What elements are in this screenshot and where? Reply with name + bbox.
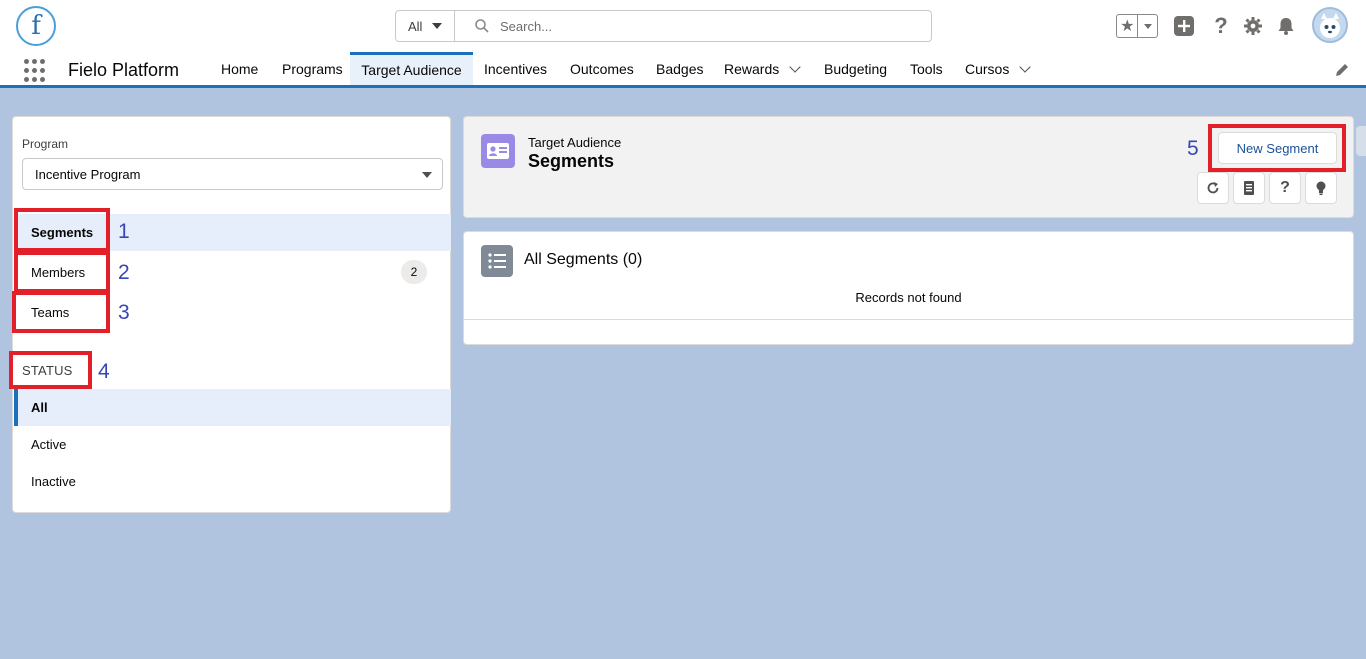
list-title: All Segments (0) [524, 251, 643, 268]
nav-tab-budgeting[interactable]: Budgeting [812, 52, 899, 85]
nav-tab-programs[interactable]: Programs [270, 52, 355, 85]
global-header: f All ★ ? [0, 0, 1366, 52]
highlight-box-members [14, 251, 110, 293]
notebook-icon[interactable] [1233, 172, 1265, 204]
page-title: Segments [528, 151, 615, 171]
annotation-number-1: 1 [118, 220, 130, 243]
empty-state-message: Records not found [855, 290, 962, 305]
object-label: Target Audience [528, 135, 622, 150]
search-input[interactable] [500, 11, 920, 41]
edit-nav-pencil-icon[interactable] [1334, 62, 1350, 78]
nav-tab-badges[interactable]: Badges [644, 52, 715, 85]
list-icon [481, 245, 513, 277]
segments-list-card: All Segments (0) Records not found [463, 231, 1354, 345]
lightbulb-icon[interactable] [1305, 172, 1337, 204]
search-icon [475, 19, 489, 33]
favorites-star-icon[interactable]: ★ [1117, 15, 1139, 37]
contact-card-icon [481, 134, 515, 168]
chevron-down-icon [432, 23, 443, 29]
annotation-number-5: 5 [1187, 137, 1199, 160]
annotation-number-4: 4 [98, 360, 110, 383]
status-filter-inactive[interactable]: Inactive [14, 463, 451, 500]
program-label: Program [22, 137, 69, 151]
divider [464, 319, 1353, 320]
refresh-icon[interactable] [1197, 172, 1229, 204]
help-icon[interactable]: ? [1269, 172, 1301, 204]
highlight-box-teams [12, 291, 110, 333]
status-filter-all[interactable]: All [14, 389, 451, 426]
favorites-menu-button[interactable] [1138, 23, 1157, 29]
highlight-box-segments [14, 208, 110, 252]
annotation-number-3: 3 [118, 301, 130, 324]
chevron-down-icon[interactable] [789, 60, 801, 73]
app-nav-bar: Fielo Platform Home Programs Target Audi… [0, 52, 1366, 88]
nav-tab-tools[interactable]: Tools [898, 52, 955, 85]
chevron-down-icon [1143, 23, 1152, 29]
add-icon[interactable] [1172, 14, 1196, 38]
utility-panel-handle[interactable] [1356, 126, 1366, 156]
favorites-group: ★ [1116, 14, 1158, 38]
global-search: All [395, 10, 932, 42]
search-scope-label: All [408, 18, 423, 34]
user-avatar[interactable] [1312, 7, 1348, 43]
fielo-logo[interactable]: f [16, 6, 56, 46]
chevron-down-icon[interactable] [1019, 60, 1032, 73]
program-select-value: Incentive Program [35, 166, 141, 182]
nav-tab-cursos[interactable]: Cursos [953, 52, 1041, 85]
highlight-box-status [9, 351, 92, 389]
notifications-bell-icon[interactable] [1274, 14, 1298, 38]
program-select[interactable]: Incentive Program [22, 158, 443, 190]
app-name: Fielo Platform [68, 60, 180, 80]
nav-tab-incentives[interactable]: Incentives [472, 52, 559, 85]
members-count-badge: 2 [401, 260, 427, 284]
search-scope-dropdown[interactable]: All [396, 11, 455, 41]
setup-gear-icon[interactable] [1241, 14, 1265, 38]
nav-tab-home[interactable]: Home [209, 52, 270, 85]
nav-tab-outcomes[interactable]: Outcomes [558, 52, 646, 85]
logo-letter: f [31, 11, 41, 41]
highlight-box-new-segment [1208, 124, 1346, 172]
help-icon[interactable]: ? [1209, 13, 1233, 38]
chevron-down-icon [422, 172, 432, 178]
app-launcher-icon[interactable] [24, 59, 48, 83]
nav-tab-target-audience[interactable]: Target Audience [350, 52, 473, 85]
status-filter-active[interactable]: Active [14, 426, 451, 463]
nav-tab-rewards[interactable]: Rewards [712, 52, 811, 85]
annotation-number-2: 2 [118, 261, 130, 284]
